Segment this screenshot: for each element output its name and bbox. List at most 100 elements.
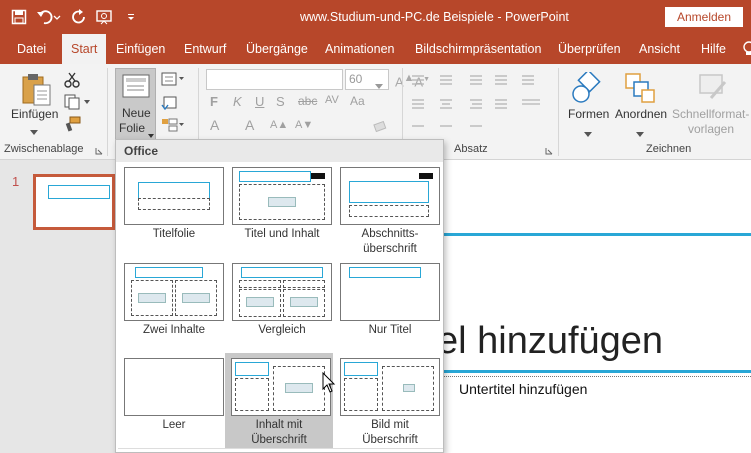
new-slide-label-1: Neue xyxy=(122,106,151,120)
shrink-font-icon[interactable]: A▼ xyxy=(295,119,313,131)
customize-icon[interactable] xyxy=(120,6,142,28)
present-icon[interactable] xyxy=(94,6,116,28)
layout-label: Vergleich xyxy=(258,324,306,336)
layout-picture-with-caption[interactable]: Bild mit Überschrift xyxy=(335,355,440,447)
text-placeholder-preview xyxy=(235,378,269,411)
tab-animations[interactable]: Animationen xyxy=(325,34,395,64)
slide-number: 1 xyxy=(12,174,20,189)
layout-title-slide[interactable]: Titelfolie xyxy=(119,164,224,256)
layout-preview xyxy=(340,358,440,416)
tab-help[interactable]: Hilfe xyxy=(701,34,726,64)
layout-label: Titelfolie xyxy=(152,228,196,240)
paste-icon[interactable] xyxy=(20,72,54,108)
new-slide-button[interactable]: Neue Folie xyxy=(115,68,156,140)
title-placeholder-preview xyxy=(349,267,421,278)
placeholder-bottom-line xyxy=(440,370,751,373)
tab-transitions[interactable]: Übergänge xyxy=(246,34,308,64)
tab-home[interactable]: Start xyxy=(62,34,107,64)
paragraph-dialog-launcher-icon[interactable] xyxy=(545,144,553,155)
layout-preview xyxy=(124,358,224,416)
layout-preview xyxy=(340,263,440,321)
shapes-icon[interactable] xyxy=(571,69,605,104)
tab-view[interactable]: Ansicht xyxy=(639,34,680,64)
quick-styles-label-2[interactable]: vorlagen xyxy=(688,122,734,136)
tab-review[interactable]: Überprüfen xyxy=(558,34,621,64)
layout-two-content[interactable]: Zwei Inhalte xyxy=(119,260,224,352)
shapes-button[interactable]: Formen xyxy=(568,107,609,121)
placeholder-top-line xyxy=(440,233,751,236)
quick-access-toolbar xyxy=(8,6,142,28)
gallery-divider xyxy=(118,448,443,449)
format-painter-icon[interactable] xyxy=(64,116,82,132)
slide-thumbnail[interactable] xyxy=(33,174,115,230)
change-case-icon[interactable]: Aa xyxy=(350,94,365,108)
layout-content-with-caption[interactable]: Inhalt mit Überschrift xyxy=(225,353,333,449)
undo-icon[interactable] xyxy=(34,6,64,28)
slide-number-preview-icon xyxy=(419,173,433,179)
lightbulb-icon[interactable] xyxy=(740,40,751,58)
tab-design[interactable]: Entwurf xyxy=(184,34,226,64)
char-spacing-icon[interactable]: AV xyxy=(325,94,339,106)
tab-file[interactable]: Datei xyxy=(17,34,46,64)
font-size-dropdown-icon[interactable] xyxy=(375,78,383,89)
layout-title-and-content[interactable]: Titel und Inhalt xyxy=(227,164,332,256)
redo-icon[interactable] xyxy=(68,6,90,28)
new-slide-icon xyxy=(122,74,150,98)
layout-label: Inhalt mit Überschrift xyxy=(251,419,307,446)
font-color-2-icon[interactable]: A xyxy=(245,117,254,133)
copy-icon[interactable] xyxy=(64,94,92,110)
arrange-button[interactable]: Anordnen xyxy=(615,107,667,121)
picture-icon xyxy=(403,384,415,392)
dialog-launcher-icon[interactable] xyxy=(95,144,103,155)
content-icons-preview xyxy=(290,297,318,307)
paste-dropdown-icon[interactable] xyxy=(30,124,38,135)
content-icons-preview xyxy=(285,383,313,393)
group-separator xyxy=(558,68,559,156)
strikethrough-icon[interactable]: abc xyxy=(298,94,317,108)
subtitle-placeholder-preview xyxy=(138,198,210,210)
cut-icon[interactable] xyxy=(64,72,82,88)
signin-button[interactable]: Anmelden xyxy=(665,7,743,27)
shapes-dropdown-icon[interactable] xyxy=(584,126,592,137)
save-icon[interactable] xyxy=(8,6,30,28)
font-name-field[interactable] xyxy=(206,69,343,90)
title-placeholder-preview xyxy=(344,362,378,376)
layout-section-header[interactable]: Abschnitts-überschrift xyxy=(335,164,440,256)
section-icon[interactable] xyxy=(161,118,185,132)
layout-label: Leer xyxy=(162,419,186,431)
layout-icon[interactable] xyxy=(161,72,185,86)
layout-blank[interactable]: Leer xyxy=(119,355,224,447)
grow-font-icon[interactable]: A▲ xyxy=(270,119,288,131)
content-icons-preview xyxy=(138,293,166,303)
arrange-dropdown-icon[interactable] xyxy=(636,126,644,137)
tab-insert[interactable]: Einfügen xyxy=(116,34,165,64)
italic-button[interactable]: K xyxy=(233,94,242,109)
bold-button[interactable]: F xyxy=(210,94,218,109)
reset-icon[interactable] xyxy=(161,96,177,111)
layout-label: Titel und Inhalt xyxy=(244,228,320,240)
layout-preview xyxy=(124,167,224,225)
layout-preview xyxy=(232,263,332,321)
quick-styles-label-1[interactable]: Schnellformat- xyxy=(672,107,749,121)
quick-styles-icon[interactable] xyxy=(697,72,729,104)
slide-subtitle-placeholder[interactable]: Untertitel hinzufügen xyxy=(459,381,587,397)
clear-formatting-icon[interactable] xyxy=(372,120,388,134)
layout-label: Abschnitts-überschrift xyxy=(361,228,419,255)
title-placeholder-preview xyxy=(138,182,210,198)
font-color-icon[interactable]: A xyxy=(210,117,219,133)
tab-slideshow[interactable]: Bildschirmpräsentation xyxy=(415,34,541,64)
title-placeholder-preview xyxy=(349,181,429,203)
shadow-button[interactable]: S xyxy=(276,94,285,109)
layout-preview xyxy=(124,263,224,321)
layout-preview xyxy=(232,167,332,225)
underline-button[interactable]: U xyxy=(255,94,264,109)
mouse-cursor-icon xyxy=(322,371,336,394)
layout-title-only[interactable]: Nur Titel xyxy=(335,260,440,352)
layout-comparison[interactable]: Vergleich xyxy=(227,260,332,352)
layout-label: Nur Titel xyxy=(368,324,412,336)
slide-title-placeholder[interactable]: el hinzufügen xyxy=(437,320,663,363)
paste-button[interactable]: Einfügen xyxy=(11,107,58,121)
thumbnail-title-placeholder xyxy=(48,185,110,199)
layout-preview xyxy=(340,167,440,225)
arrange-icon[interactable] xyxy=(624,72,656,104)
